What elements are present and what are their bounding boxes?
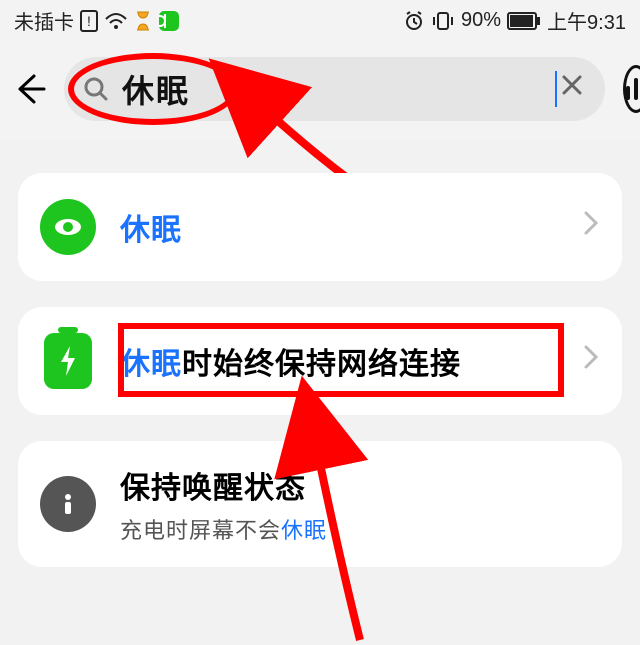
battery-percent-text: 90% (461, 9, 501, 32)
app-icon (158, 10, 180, 32)
result-item-network-on-sleep[interactable]: 休眠时始终保持网络连接 (18, 307, 622, 415)
result-body: 休眠 (120, 205, 558, 249)
svg-text:!: ! (87, 13, 91, 29)
battery-icon-green (44, 333, 92, 389)
info-icon (40, 476, 96, 532)
search-box[interactable] (64, 57, 605, 121)
alarm-icon (403, 10, 425, 32)
search-input[interactable] (122, 71, 559, 108)
status-left: 未插卡 ! (14, 6, 180, 35)
status-bar: 未插卡 ! 90% 上午9:31 (0, 0, 640, 37)
sim-warning-icon: ! (80, 10, 98, 32)
status-right: 90% 上午9:31 (403, 6, 626, 35)
result-item-stay-awake[interactable]: 保持唤醒状态 充电时屏幕不会休眠 (18, 441, 622, 567)
results-list: 休眠 休眠时始终保持网络连接 保持唤醒状态 充电时屏幕不会休眠 (0, 165, 640, 567)
wifi-icon (104, 11, 128, 31)
result-title: 休眠时始终保持网络连接 (120, 339, 558, 383)
sim-status-text: 未插卡 (14, 6, 74, 35)
result-title: 保持唤醒状态 (120, 463, 600, 507)
back-button[interactable] (12, 67, 46, 111)
result-body: 休眠时始终保持网络连接 (120, 339, 558, 383)
battery-icon (507, 12, 541, 30)
chevron-right-icon (582, 209, 600, 245)
search-row (0, 37, 640, 139)
eye-icon (40, 199, 96, 255)
result-subtitle: 充电时屏幕不会休眠 (120, 513, 600, 545)
clock-text: 上午9:31 (547, 6, 626, 35)
search-icon (82, 75, 110, 103)
voice-assist-button[interactable] (623, 65, 640, 113)
result-body: 保持唤醒状态 充电时屏幕不会休眠 (120, 463, 600, 545)
vibrate-icon (431, 10, 455, 32)
result-title: 休眠 (120, 205, 558, 249)
clear-button[interactable] (557, 72, 587, 106)
hourglass-icon (134, 10, 152, 32)
result-item-sleep[interactable]: 休眠 (18, 173, 622, 281)
chevron-right-icon (582, 343, 600, 379)
